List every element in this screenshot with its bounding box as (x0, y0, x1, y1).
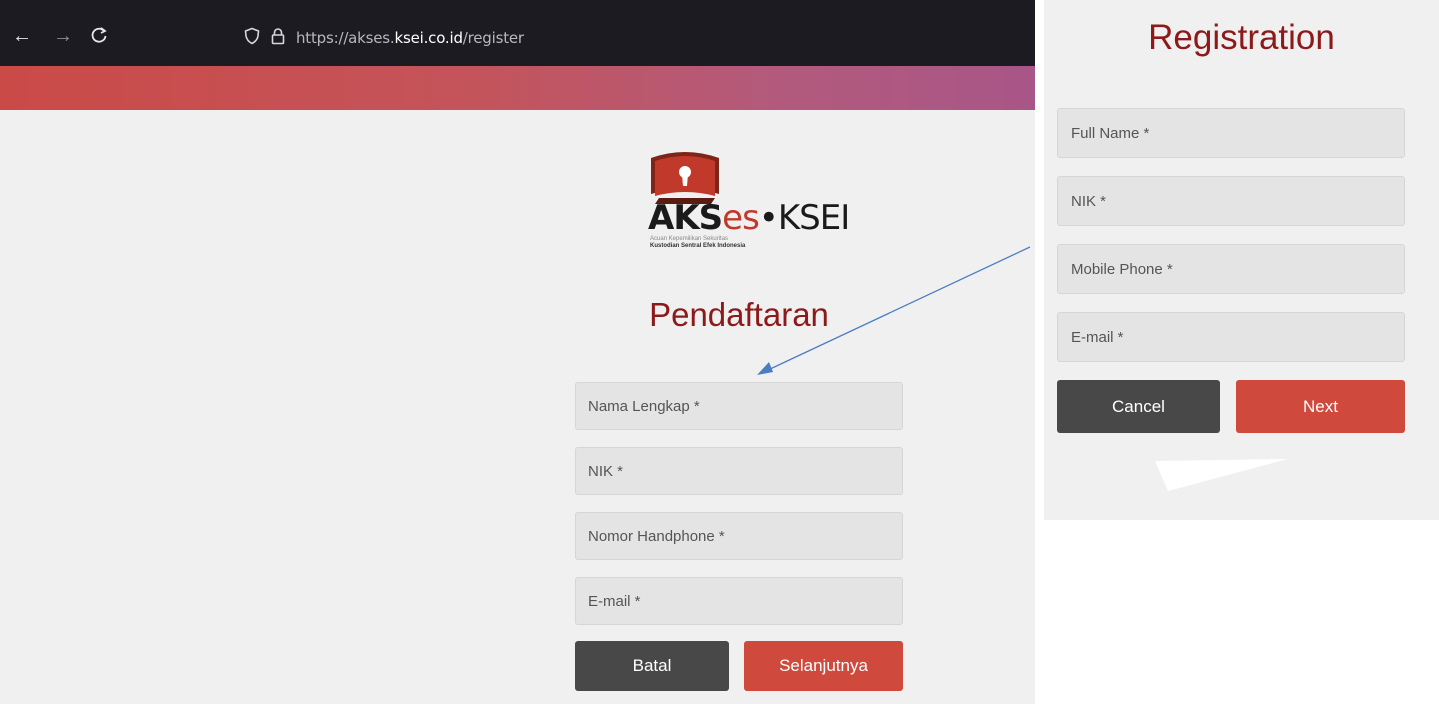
next-button-en[interactable]: Next (1236, 380, 1405, 433)
phone-input[interactable]: Nomor Handphone * (575, 512, 903, 560)
next-button[interactable]: Selanjutnya (744, 641, 903, 691)
page-title: Pendaftaran (649, 296, 829, 333)
cancel-button[interactable]: Batal (575, 641, 729, 691)
browser-screenshot: ← → https://akses.ksei.co.id/register AK… (0, 0, 1035, 704)
nik-input[interactable]: NIK * (575, 447, 903, 495)
full-name-input[interactable]: Nama Lengkap * (575, 382, 903, 430)
full-name-input-en[interactable]: Full Name * (1057, 108, 1405, 158)
phone-input-en[interactable]: Mobile Phone * (1057, 244, 1405, 294)
url-bar[interactable]: https://akses.ksei.co.id/register (296, 29, 524, 47)
page: ← → https://akses.ksei.co.id/register AK… (0, 0, 1439, 704)
nik-input-en[interactable]: NIK * (1057, 176, 1405, 226)
back-arrow-icon[interactable]: ← (12, 26, 32, 46)
header-banner (0, 66, 1035, 110)
browser-toolbar: ← → https://akses.ksei.co.id/register (0, 0, 1035, 66)
akses-ksei-logo: AKSes•KSEI Acuan Kepemilikan Sekuritas K… (646, 146, 850, 266)
lock-icon[interactable] (270, 27, 286, 50)
logo-tagline: Acuan Kepemilikan Sekuritas (650, 236, 729, 242)
email-input-en[interactable]: E-mail * (1057, 312, 1405, 362)
logo-subtagline: Kustodian Sentral Efek Indonesia (650, 243, 746, 249)
keyhole-book-icon (651, 152, 719, 204)
shield-icon[interactable] (243, 27, 261, 50)
url-domain: ksei.co.id (394, 29, 463, 47)
email-input[interactable]: E-mail * (575, 577, 903, 625)
forward-arrow-icon[interactable]: → (53, 26, 73, 46)
decorative-shape (1155, 459, 1288, 491)
registration-title: Registration (1148, 18, 1335, 57)
reload-icon[interactable] (90, 26, 108, 48)
logo-wordmark: AKSes•KSEI (648, 198, 850, 238)
cancel-button-en[interactable]: Cancel (1057, 380, 1220, 433)
